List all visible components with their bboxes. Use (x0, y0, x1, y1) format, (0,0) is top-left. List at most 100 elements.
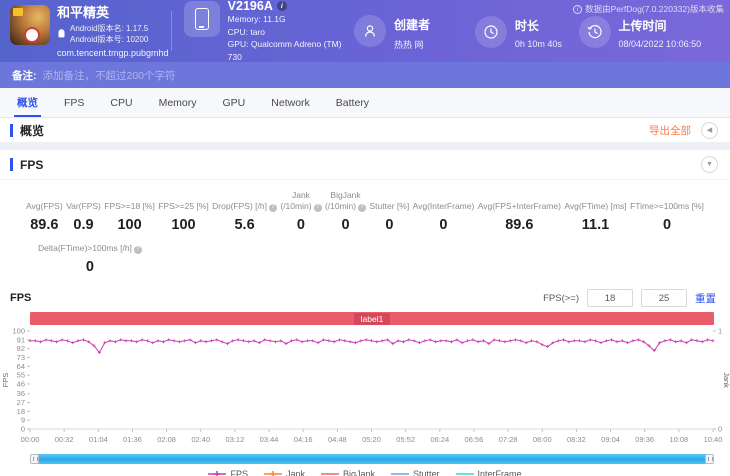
stat: FPS>=25 [%] 100 (158, 201, 209, 233)
stat: FTime>=100ms [%] 0 (630, 201, 704, 233)
scrollbar-right-handle[interactable] (705, 454, 714, 464)
scene-label-bar: label1 (30, 312, 714, 325)
svg-text:03:44: 03:44 (260, 435, 279, 444)
fps-stats-row: Avg(FPS) 89.6 Var(FPS) 0.9 FPS>=18 [%] 100 FPS… (0, 180, 730, 235)
svg-text:55: 55 (17, 371, 25, 380)
svg-text:82: 82 (17, 344, 25, 353)
android-version-name: Android版本名: 1.17.5 (70, 23, 149, 33)
help-icon[interactable]: ? (133, 245, 142, 254)
chart-range-scrollbar[interactable] (30, 454, 714, 464)
fps-chart-title: FPS (10, 292, 32, 304)
fps-collapse-button[interactable]: ▼ (701, 156, 718, 173)
svg-text:46: 46 (17, 379, 25, 388)
header-divider (170, 11, 172, 51)
section-divider (0, 142, 730, 150)
svg-text:02:08: 02:08 (157, 435, 176, 444)
overview-collapse-button[interactable]: ◀ (701, 121, 718, 139)
collector-version-info: i 数据由PerfDog(7.0.220332)版本收集 (573, 3, 724, 15)
svg-text:01:04: 01:04 (89, 435, 108, 444)
svg-text:00:32: 00:32 (55, 435, 74, 444)
svg-text:01:36: 01:36 (123, 435, 142, 444)
fps-chart-svg[interactable]: 100918273645546362718901000:00 00:32 01:04… (0, 325, 730, 453)
phone-icon (183, 1, 220, 37)
svg-text:06:56: 06:56 (465, 435, 484, 444)
fps-section-title: FPS (20, 157, 44, 172)
svg-text:18: 18 (17, 407, 25, 416)
stat: Drop(FPS) [/h]? 5.6 (212, 201, 277, 233)
overview-section-header: 概览 导出全部 ◀ (0, 118, 730, 142)
tab-bar: 概览 FPS CPU Memory GPU Network Battery (0, 88, 730, 118)
svg-text:27: 27 (17, 398, 25, 407)
fps-threshold-label: FPS(>=) (543, 292, 579, 304)
tab-cpu[interactable]: CPU (97, 88, 145, 117)
svg-text:06:24: 06:24 (430, 435, 449, 444)
device-gpu: GPU: Qualcomm Adreno (TM) 730 (227, 39, 342, 62)
svg-text:0: 0 (718, 425, 722, 434)
legend-item-jank[interactable]: Jank (263, 469, 305, 476)
svg-text:08:32: 08:32 (567, 435, 586, 444)
duration-label: 时长 (514, 19, 539, 33)
section-accent-bar (10, 158, 13, 171)
stat: Avg(FPS+InterFrame) 89.6 (477, 201, 561, 233)
stat: Avg(FTime) [ms] 11.1 (564, 201, 627, 233)
app-block: 和平精英 Android版本名: 1.17.5 Android版本号: 1020… (10, 4, 171, 58)
collector-version-text: 数据由PerfDog(7.0.220332)版本收集 (585, 4, 724, 14)
tab-概览[interactable]: 概览 (4, 88, 51, 117)
svg-text:FPS: FPS (1, 373, 10, 388)
fps-threshold-input-1[interactable] (587, 289, 633, 307)
legend-item-bigjank[interactable]: BigJank (320, 469, 375, 476)
app-text: 和平精英 Android版本名: 1.17.5 Android版本号: 1020… (57, 5, 169, 58)
section-accent-bar (10, 123, 13, 137)
legend-item-fps[interactable]: FPS (208, 469, 248, 476)
perfdog-report-page: i 数据由PerfDog(7.0.220332)版本收集 和平精英 Androi… (0, 0, 730, 476)
delta-stat-value: 0 (85, 259, 94, 275)
tab-battery[interactable]: Battery (323, 88, 382, 117)
report-header: i 数据由PerfDog(7.0.220332)版本收集 和平精英 Androi… (0, 0, 730, 62)
svg-text:04:48: 04:48 (328, 435, 347, 444)
device-info-icon[interactable]: i (276, 1, 287, 11)
device-memory: Memory: 11.1G (227, 14, 286, 24)
fps-chart-area[interactable]: 100 91 82 73 64 55 46 36 27 18 9 0 1 0 00:00 00:32 01:04… (0, 325, 730, 453)
legend-item-stutter[interactable]: Stutter (391, 469, 440, 476)
stat: Jank (/10min)? 0 (280, 190, 322, 233)
note-label: 备注: (12, 69, 37, 82)
svg-text:36: 36 (17, 389, 25, 398)
svg-text:64: 64 (17, 362, 25, 371)
tab-memory[interactable]: Memory (146, 88, 210, 117)
tab-gpu[interactable]: GPU (210, 88, 259, 117)
legend-item-interframe[interactable]: InterFrame (455, 469, 522, 476)
help-icon[interactable]: ? (268, 203, 277, 212)
upload-time-value: 08/04/2022 10:06:50 (618, 39, 702, 49)
help-icon[interactable]: ? (313, 203, 322, 212)
svg-text:03:12: 03:12 (226, 435, 245, 444)
svg-text:07:28: 07:28 (499, 435, 518, 444)
creator-label: 创建者 (393, 17, 430, 32)
export-all-link[interactable]: 导出全部 (649, 123, 691, 138)
svg-text:05:20: 05:20 (362, 435, 381, 444)
delta-stat-label: Delta(FTime)>100ms [/h] (38, 243, 132, 253)
tab-network[interactable]: Network (258, 88, 323, 117)
duration-block: 时长 0h 10m 40s (474, 13, 571, 49)
stat: FPS>=18 [%] 100 (104, 201, 155, 233)
app-title: 和平精英 (57, 4, 110, 20)
svg-text:05:52: 05:52 (396, 435, 415, 444)
clock-icon (474, 16, 507, 48)
svg-text:08:00: 08:00 (533, 435, 552, 444)
app-icon (10, 4, 50, 45)
note-bar[interactable]: 备注: 添加备注，不超过200个字符 (0, 62, 730, 88)
svg-text:9: 9 (21, 416, 25, 425)
svg-text:1: 1 (718, 327, 722, 336)
fps-threshold-input-2[interactable] (641, 289, 687, 307)
svg-text:02:40: 02:40 (191, 435, 210, 444)
svg-text:10:40: 10:40 (704, 435, 723, 444)
device-cpu: CPU: taro (227, 26, 265, 37)
help-icon[interactable]: ? (358, 203, 367, 212)
stat: Avg(FPS) 89.6 (26, 201, 63, 233)
stat: Var(FPS) 0.9 (66, 201, 101, 233)
scrollbar-left-handle[interactable] (30, 454, 39, 464)
reset-button[interactable]: 重置 (695, 291, 716, 306)
android-icon (58, 29, 65, 38)
svg-text:10:08: 10:08 (669, 435, 688, 444)
svg-text:91: 91 (17, 335, 25, 344)
tab-fps[interactable]: FPS (51, 88, 97, 117)
